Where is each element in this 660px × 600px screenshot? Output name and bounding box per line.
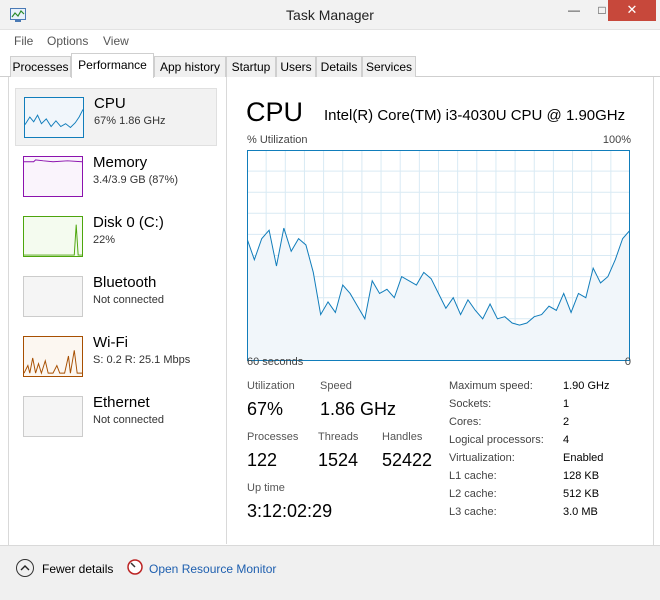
- spec-label: L3 cache:: [449, 506, 497, 518]
- tab-bar: Processes Performance App history Startu…: [0, 52, 660, 78]
- menu-options[interactable]: Options: [47, 34, 88, 48]
- cpu-model-name: Intel(R) Core(TM) i3-4030U CPU @ 1.90GHz: [324, 107, 626, 124]
- sidebar-item-ethernet-sub: Not connected: [93, 414, 164, 426]
- graph-label-now: 0: [624, 356, 631, 368]
- spec-label: Cores:: [449, 416, 482, 428]
- sidebar-item-disk-title: Disk 0 (C:): [93, 214, 164, 231]
- processes-label: Processes: [247, 431, 299, 443]
- tab-performance[interactable]: Performance: [71, 53, 154, 78]
- sidebar-item-wifi-title: Wi-Fi: [93, 334, 128, 351]
- graph-label-utilization: % Utilization: [247, 134, 308, 146]
- cpu-thumbnail-graph: [24, 97, 84, 138]
- sidebar-item-disk-sub: 22%: [93, 234, 116, 246]
- sidebar-item-disk[interactable]: Disk 0 (C:) 22%: [15, 208, 217, 266]
- processes-value: 122: [247, 450, 278, 470]
- menu-file[interactable]: File: [14, 34, 33, 48]
- uptime-label: Up time: [247, 482, 285, 494]
- menu-bar: File Options View: [0, 30, 660, 52]
- ethernet-thumbnail: [23, 396, 83, 437]
- sidebar-item-cpu[interactable]: CPU 67% 1.86 GHz: [15, 88, 217, 146]
- open-resource-monitor-link[interactable]: Open Resource Monitor: [149, 562, 276, 576]
- sidebar-item-memory-sub: 3.4/3.9 GB (87%): [93, 174, 178, 186]
- cpu-detail-panel: CPU Intel(R) Core(TM) i3-4030U CPU @ 1.9…: [239, 77, 649, 544]
- bluetooth-thumbnail: [23, 276, 83, 317]
- sidebar-item-bluetooth-title: Bluetooth: [93, 274, 157, 291]
- spec-value: 4: [563, 434, 570, 446]
- tab-services[interactable]: Services: [362, 56, 416, 77]
- spec-value: 512 KB: [563, 488, 600, 500]
- sidebar-item-ethernet-title: Ethernet: [93, 394, 150, 411]
- resource-monitor-icon: [127, 559, 143, 575]
- resource-sidebar: CPU 67% 1.86 GHz Memory 3.4/3.9 GB (87%)…: [9, 77, 227, 544]
- handles-label: Handles: [382, 431, 423, 443]
- spec-value: 3.0 MB: [563, 506, 598, 518]
- spec-label: Logical processors:: [449, 434, 544, 446]
- performance-panel: CPU 67% 1.86 GHz Memory 3.4/3.9 GB (87%)…: [8, 77, 654, 545]
- sidebar-item-bluetooth[interactable]: Bluetooth Not connected: [15, 268, 217, 326]
- sidebar-item-cpu-title: CPU: [94, 95, 126, 112]
- menu-view[interactable]: View: [103, 34, 129, 48]
- sidebar-item-wifi-sub: S: 0.2 R: 25.1 Mbps: [93, 354, 191, 366]
- spec-label: Maximum speed:: [449, 380, 533, 392]
- sidebar-item-cpu-sub: 67% 1.86 GHz: [94, 115, 166, 127]
- threads-label: Threads: [318, 431, 359, 443]
- fewer-details-button[interactable]: Fewer details: [42, 562, 113, 576]
- footer-bar: Fewer details Open Resource Monitor: [0, 545, 660, 600]
- cpu-utilization-graph: [247, 150, 630, 361]
- disk-thumbnail-graph: [23, 216, 83, 257]
- uptime-value: 3:12:02:29: [247, 501, 333, 521]
- sidebar-item-memory[interactable]: Memory 3.4/3.9 GB (87%): [15, 148, 217, 206]
- memory-thumbnail-graph: [23, 156, 83, 197]
- page-title: CPU: [246, 97, 304, 127]
- tab-processes[interactable]: Processes: [10, 56, 71, 77]
- utilization-value: 67%: [247, 399, 284, 419]
- graph-label-time: 60 seconds: [247, 356, 304, 368]
- sidebar-item-ethernet[interactable]: Ethernet Not connected: [15, 388, 217, 446]
- tab-app-history[interactable]: App history: [154, 56, 226, 77]
- utilization-label: Utilization: [247, 380, 295, 392]
- speed-label: Speed: [320, 380, 352, 392]
- spec-value: 2: [563, 416, 570, 428]
- tab-users[interactable]: Users: [276, 56, 316, 77]
- sidebar-item-memory-title: Memory: [93, 154, 148, 171]
- tab-details[interactable]: Details: [316, 56, 362, 77]
- sidebar-item-wifi[interactable]: Wi-Fi S: 0.2 R: 25.1 Mbps: [15, 328, 217, 386]
- spec-value: 1: [563, 398, 570, 410]
- spec-value: Enabled: [563, 452, 604, 464]
- spec-label: L2 cache:: [449, 488, 497, 500]
- spec-value: 128 KB: [563, 470, 600, 482]
- threads-value: 1524: [318, 450, 359, 470]
- chevron-up-icon[interactable]: [16, 559, 34, 577]
- tab-startup[interactable]: Startup: [226, 56, 276, 77]
- speed-value: 1.86 GHz: [320, 399, 397, 419]
- spec-value: 1.90 GHz: [563, 380, 610, 392]
- graph-label-max: 100%: [602, 134, 631, 146]
- minimize-button[interactable]: —: [560, 0, 588, 21]
- handles-value: 52422: [382, 450, 433, 470]
- spec-label: L1 cache:: [449, 470, 497, 482]
- spec-label: Sockets:: [449, 398, 492, 410]
- close-button[interactable]: ✕: [608, 0, 656, 21]
- spec-label: Virtualization:: [449, 452, 515, 464]
- wifi-thumbnail-graph: [23, 336, 83, 377]
- sidebar-item-bluetooth-sub: Not connected: [93, 294, 164, 306]
- title-bar: Task Manager — □ ✕: [0, 0, 660, 30]
